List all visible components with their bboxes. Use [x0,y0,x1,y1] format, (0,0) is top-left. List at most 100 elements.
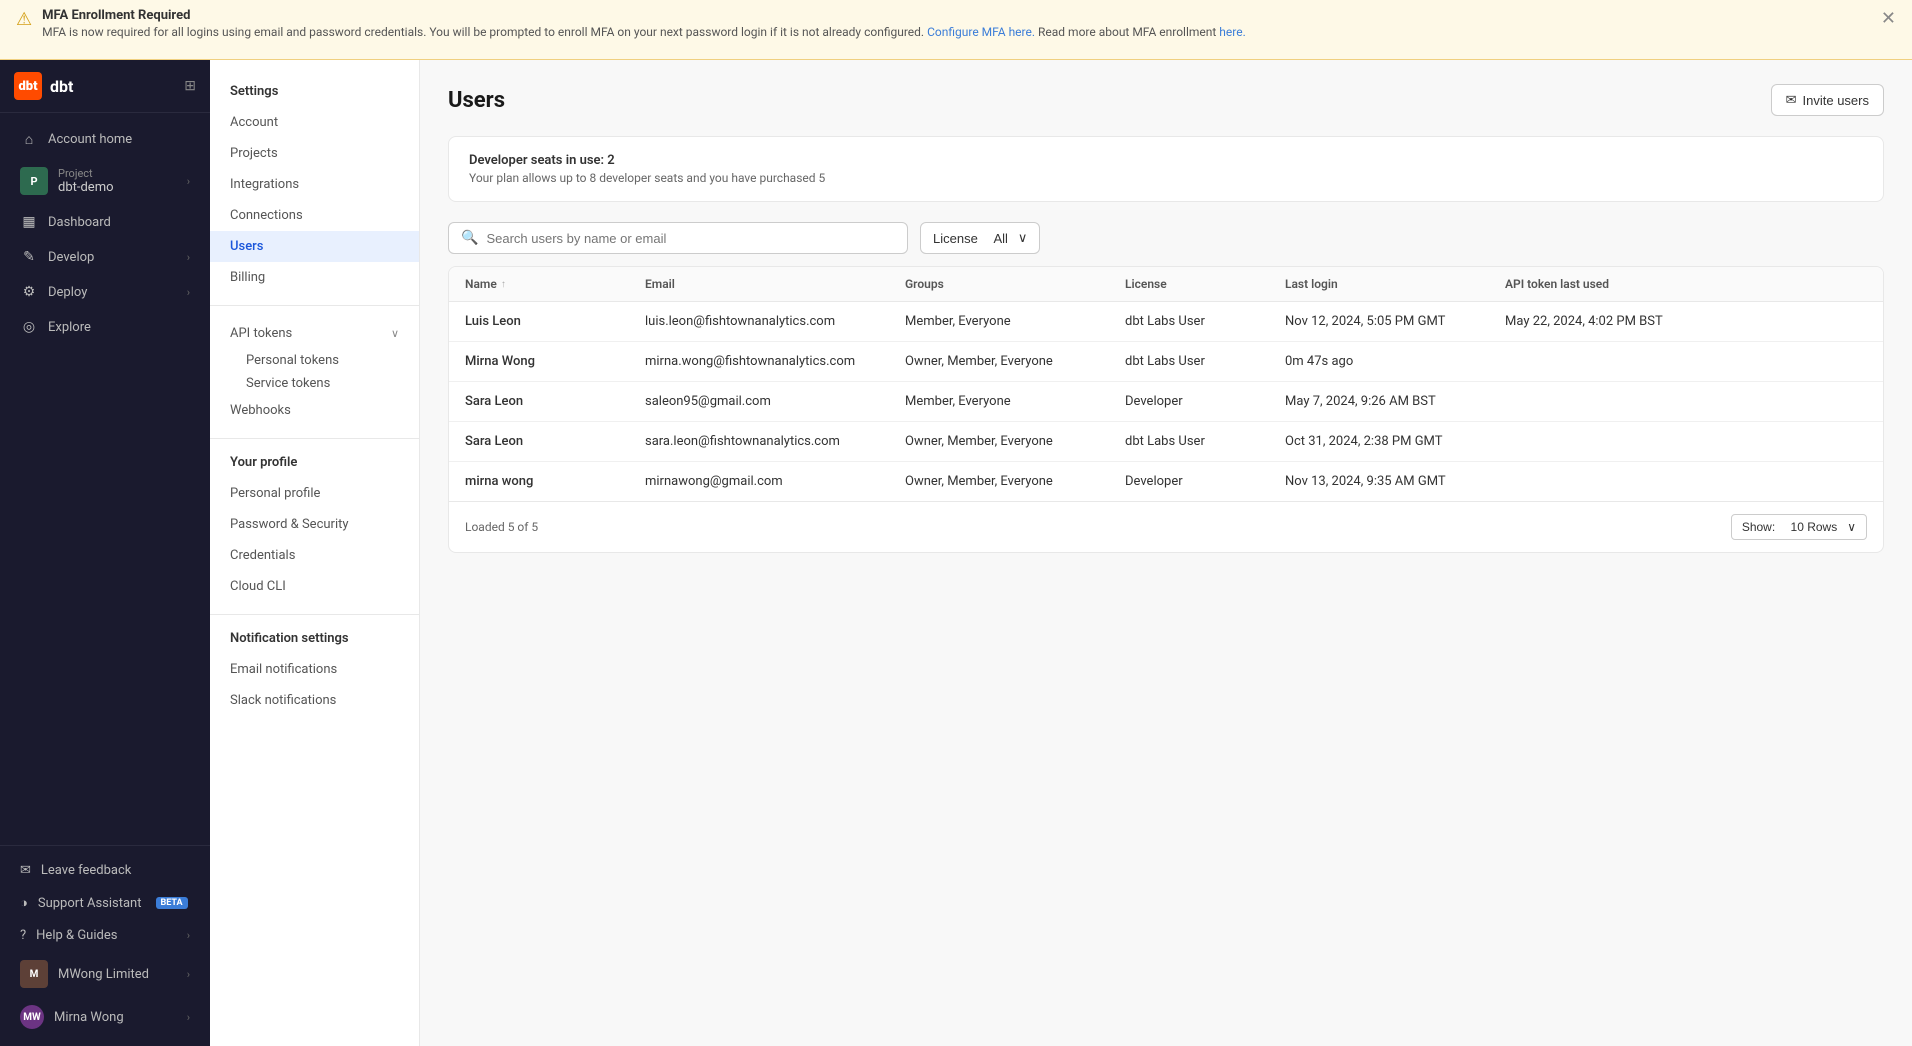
user-avatar: MW [20,1005,44,1029]
settings-item-webhooks[interactable]: Webhooks [210,395,419,426]
table-row[interactable]: Luis Leon luis.leon@fishtownanalytics.co… [449,302,1883,342]
settings-divider [210,305,419,306]
sidebar-bottom: ✉ Leave feedback ◑ Support Assistant BET… [0,845,210,1046]
table-body: Luis Leon luis.leon@fishtownanalytics.co… [449,302,1883,501]
user-chevron-icon: › [187,1011,190,1024]
seats-info-sub: Your plan allows up to 8 developer seats… [469,171,1863,185]
header-api-token: API token last used [1505,277,1867,291]
settings-item-users[interactable]: Users [210,231,419,262]
settings-divider-3 [210,614,419,615]
cell-name-0: Luis Leon [465,314,645,329]
dbt-logo-icon: dbt [14,72,42,100]
mfa-banner-close-button[interactable]: ✕ [1877,8,1900,29]
settings-sidebar: Settings Account Projects Integrations C… [210,60,420,1046]
cell-groups-1: Owner, Member, Everyone [905,354,1125,369]
settings-item-billing[interactable]: Billing [210,262,419,293]
cell-email-1: mirna.wong@fishtownanalytics.com [645,354,905,369]
sidebar-item-user[interactable]: MW Mirna Wong › [6,997,204,1037]
sidebar-item-develop[interactable]: ✎ Develop › [6,240,204,274]
cell-email-3: sara.leon@fishtownanalytics.com [645,434,905,449]
sidebar-item-dashboard[interactable]: ▦ Dashboard [6,205,204,239]
deploy-icon: ⚙ [20,284,38,300]
sidebar-item-project[interactable]: P Project dbt-demo › [6,158,204,204]
users-table: Name ↑ Email Groups License Last login [448,266,1884,553]
settings-item-slack-notifications[interactable]: Slack notifications [210,685,419,716]
page-header: Users ✉ Invite users [448,84,1884,116]
org-chevron-icon: › [187,968,190,981]
page-area: Users ✉ Invite users Developer seats in … [420,60,1912,1046]
table-row[interactable]: mirna wong mirnawong@gmail.com Owner, Me… [449,462,1883,501]
api-tokens-chevron-icon: ∨ [391,327,399,340]
loaded-count: Loaded 5 of 5 [465,520,538,534]
license-filter-button[interactable]: License All ∨ [920,222,1040,254]
cell-license-0: dbt Labs User [1125,314,1285,329]
sidebar-item-org[interactable]: M MWong Limited › [6,952,204,996]
table-row[interactable]: Sara Leon sara.leon@fishtownanalytics.co… [449,422,1883,462]
settings-item-personal-profile[interactable]: Personal profile [210,478,419,509]
sidebar-item-account-home[interactable]: ⌂ Account home [6,122,204,157]
cell-last-login-1: 0m 47s ago [1285,354,1505,369]
sidebar-nav: ⌂ Account home P Project dbt-demo › [0,113,210,845]
settings-item-account[interactable]: Account [210,107,419,138]
settings-item-cloud-cli[interactable]: Cloud CLI [210,571,419,602]
help-chevron-icon: › [187,929,190,942]
mfa-banner: ⚠ MFA Enrollment Required MFA is now req… [0,0,1912,60]
settings-item-projects[interactable]: Projects [210,138,419,169]
sidebar-item-leave-feedback[interactable]: ✉ Leave feedback [6,855,204,886]
header-groups: Groups [905,277,1125,291]
read-more-link[interactable]: here. [1219,25,1245,39]
settings-item-service-tokens[interactable]: Service tokens [210,372,419,395]
mfa-banner-text: MFA is now required for all logins using… [42,25,1896,39]
help-icon: ? [20,928,26,943]
configure-mfa-link[interactable]: Configure MFA here. [927,25,1035,39]
settings-section-title: Settings [210,80,419,107]
table-footer: Loaded 5 of 5 Show: 10 Rows ∨ [449,501,1883,552]
grid-icon[interactable]: ⊞ [184,78,196,94]
cell-name-4: mirna wong [465,474,645,489]
settings-item-credentials[interactable]: Credentials [210,540,419,571]
cell-license-4: Developer [1125,474,1285,489]
sidebar-logo-mark: dbt dbt [14,72,73,100]
table-header: Name ↑ Email Groups License Last login [449,267,1883,302]
develop-icon: ✎ [20,249,38,265]
feedback-icon: ✉ [20,863,31,878]
settings-item-personal-tokens[interactable]: Personal tokens [210,349,419,372]
cell-license-3: dbt Labs User [1125,434,1285,449]
settings-item-email-notifications[interactable]: Email notifications [210,654,419,685]
cell-last-login-2: May 7, 2024, 9:26 AM BST [1285,394,1505,409]
sidebar-item-explore[interactable]: ◎ Explore [6,310,204,344]
project-chevron-icon: › [187,175,190,188]
search-box: 🔍 [448,222,908,254]
rows-chevron-icon: ∨ [1847,520,1856,534]
table-row[interactable]: Sara Leon saleon95@gmail.com Member, Eve… [449,382,1883,422]
notification-section-title: Notification settings [210,627,419,654]
cell-email-4: mirnawong@gmail.com [645,474,905,489]
cell-groups-0: Member, Everyone [905,314,1125,329]
your-profile-title: Your profile [210,451,419,478]
table-row[interactable]: Mirna Wong mirna.wong@fishtownanalytics.… [449,342,1883,382]
sidebar-item-deploy[interactable]: ⚙ Deploy › [6,275,204,309]
settings-api-tokens-header[interactable]: API tokens ∨ [210,318,419,349]
sidebar-item-help-guides[interactable]: ? Help & Guides › [6,920,204,951]
cell-groups-3: Owner, Member, Everyone [905,434,1125,449]
sort-icon: ↑ [501,279,506,290]
invite-users-button[interactable]: ✉ Invite users [1771,84,1884,116]
settings-item-password-security[interactable]: Password & Security [210,509,419,540]
mfa-banner-title: MFA Enrollment Required [42,8,1896,23]
header-email: Email [645,277,905,291]
search-icon: 🔍 [461,230,478,246]
settings-item-connections[interactable]: Connections [210,200,419,231]
sidebar-item-support-assistant[interactable]: ◑ Support Assistant BETA [6,887,204,919]
cell-name-3: Sara Leon [465,434,645,449]
header-name[interactable]: Name ↑ [465,277,645,291]
search-input[interactable] [486,231,895,246]
org-icon: M [20,960,48,988]
settings-item-integrations[interactable]: Integrations [210,169,419,200]
envelope-icon: ✉ [1786,92,1797,108]
header-license: License [1125,277,1285,291]
mfa-banner-content: MFA Enrollment Required MFA is now requi… [42,8,1896,39]
table-controls: 🔍 License All ∨ [448,222,1884,254]
settings-divider-2 [210,438,419,439]
show-rows-button[interactable]: Show: 10 Rows ∨ [1731,514,1867,540]
cell-email-0: luis.leon@fishtownanalytics.com [645,314,905,329]
